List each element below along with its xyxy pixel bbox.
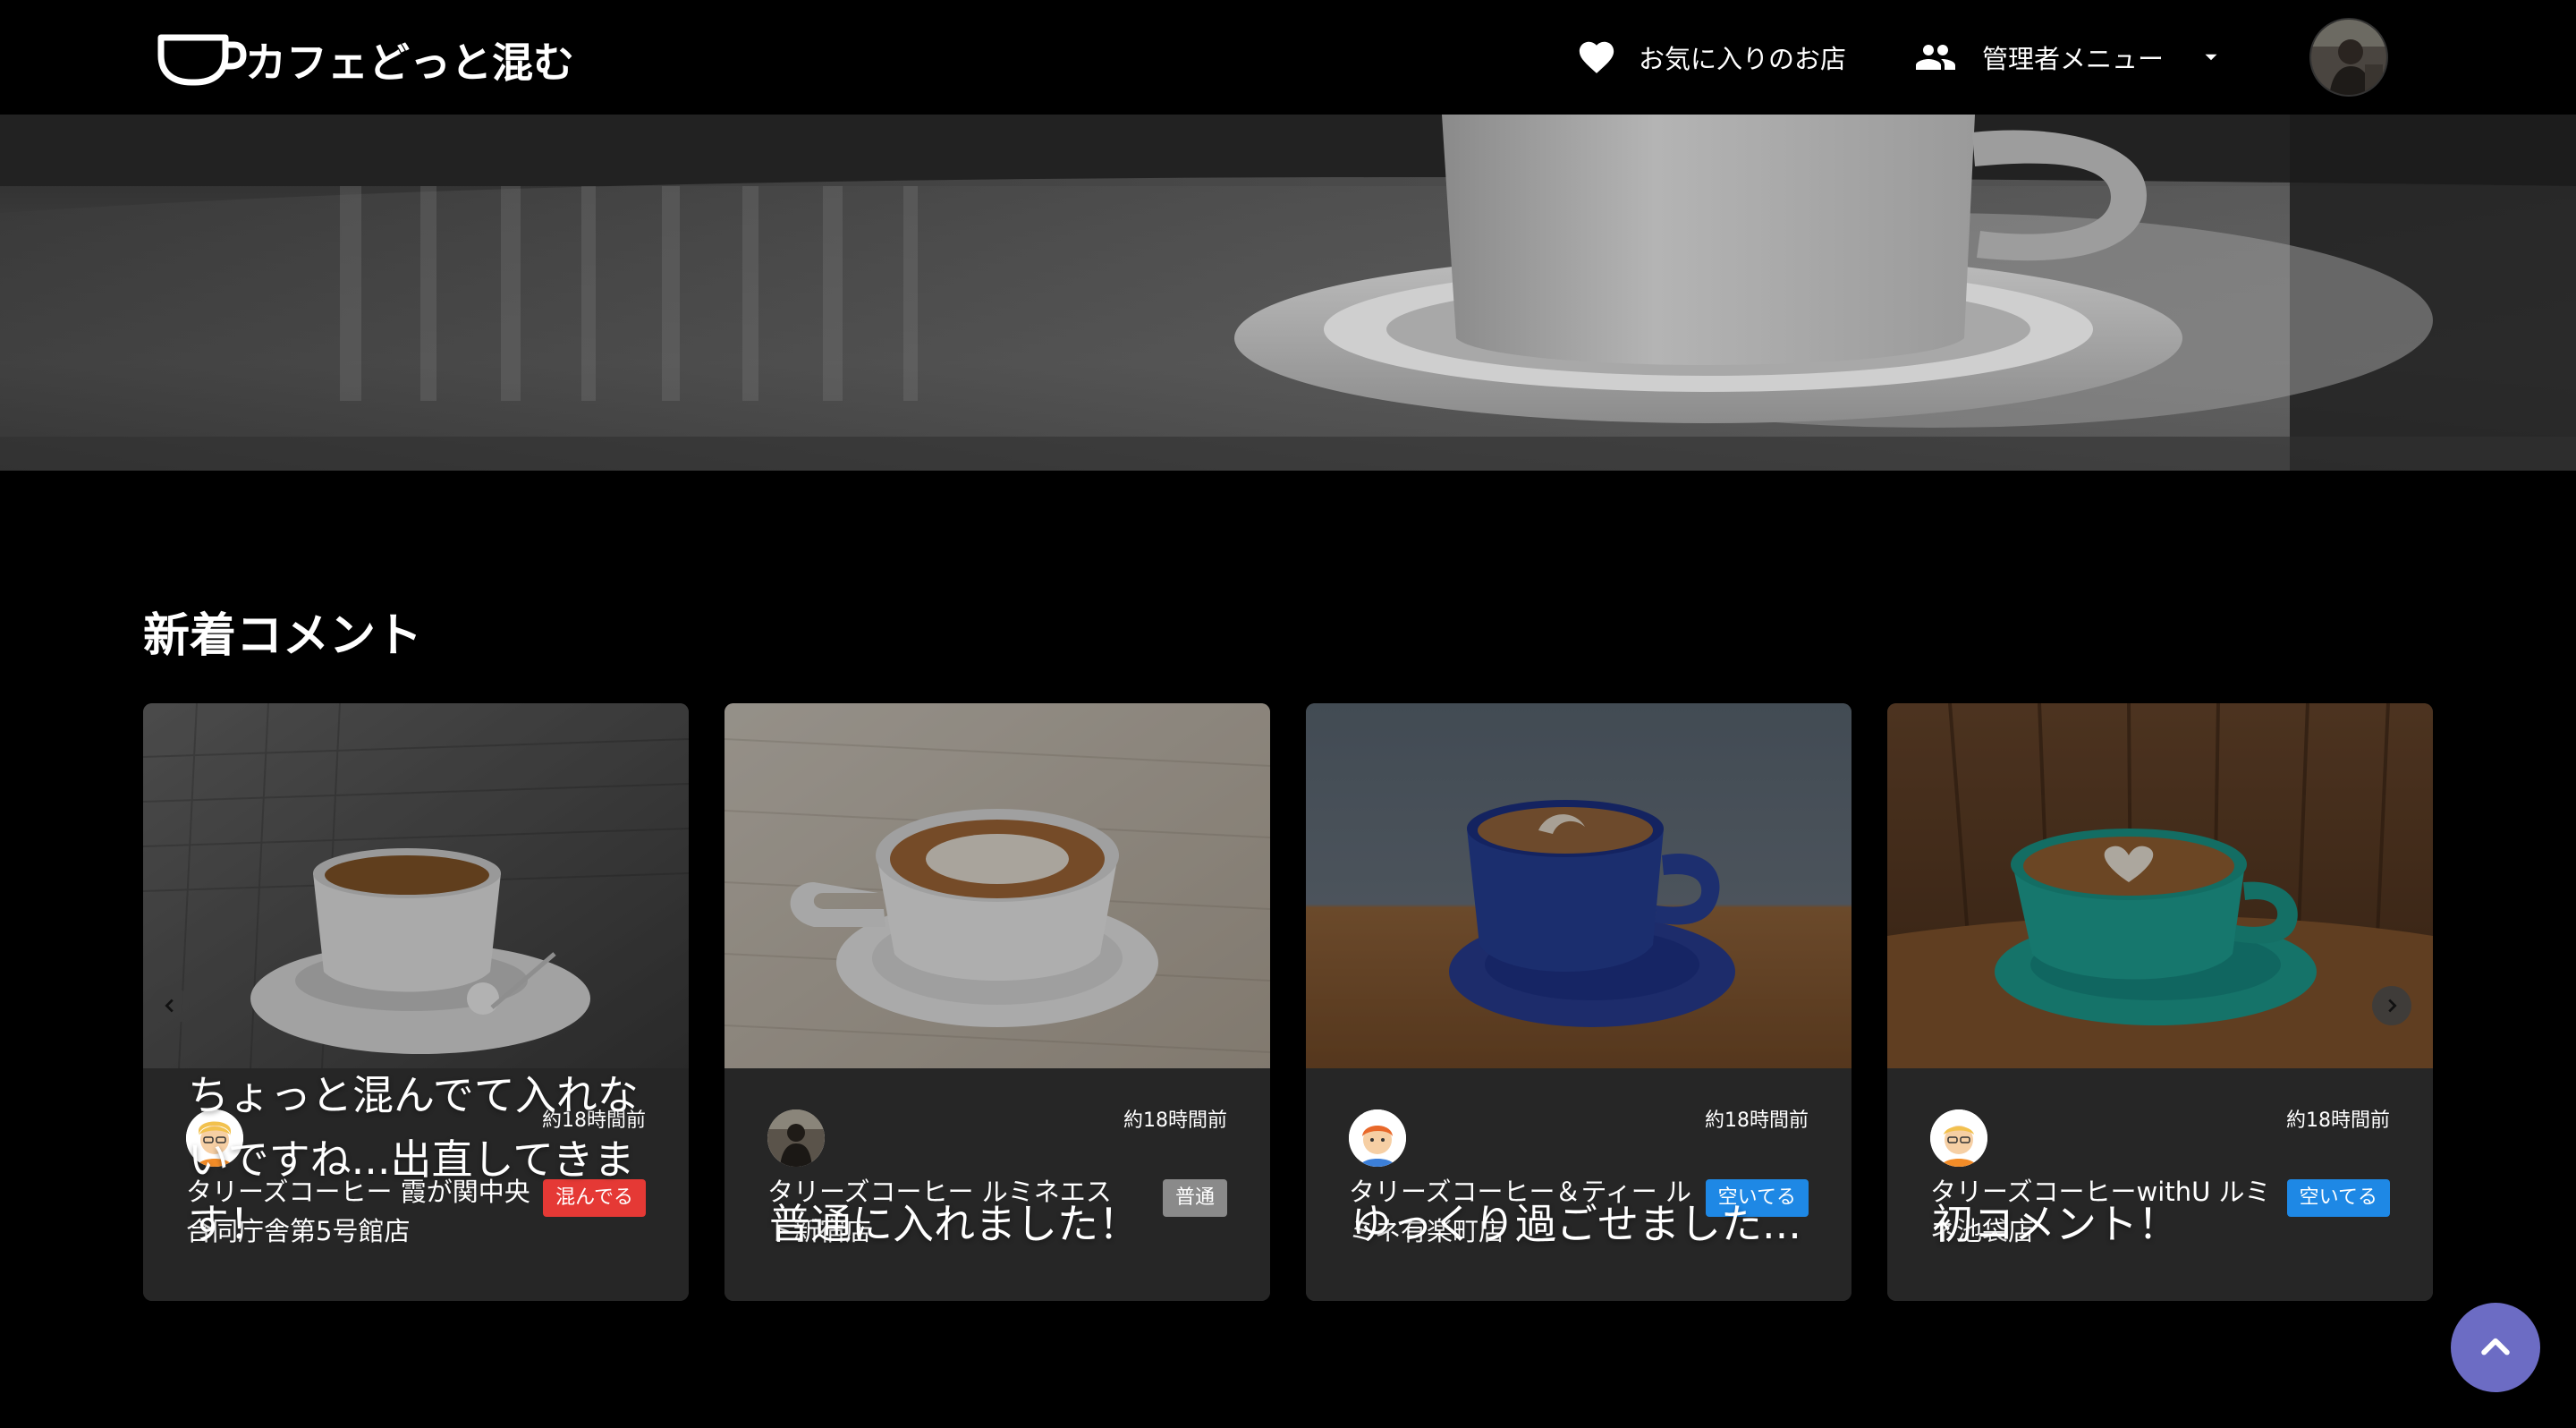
card-image: [143, 703, 689, 1068]
heart-icon: [1579, 41, 1614, 73]
site-logo-text: カフェどっと混む: [245, 38, 574, 87]
comment-card[interactable]: ちょっと混んでて入れないですね...出直してきます！ 約18時間前 タリーズコー…: [143, 703, 689, 1301]
comment-text: 普通に入れました！: [769, 1200, 1140, 1248]
cafe-photo: [143, 703, 689, 1068]
redhead-user-icon: [1349, 1109, 1406, 1167]
comment-text: 初コメント！: [1932, 1200, 2179, 1248]
favorites-link-label: お気に入りのお店: [1639, 44, 1847, 74]
card-image: [724, 703, 1270, 1068]
comment-card[interactable]: ゆっくり過ごせました... 約18時間前 タリーズコーヒー＆ティー ルミネ有楽町…: [1306, 703, 1852, 1301]
chevron-left-icon: [165, 999, 174, 1013]
cafe-photo: [1306, 703, 1852, 1068]
navbar: カフェどっと混む お気に入りのお店 管理者メニュー: [0, 0, 2576, 115]
admin-menu-dropdown[interactable]: 管理者メニュー: [1914, 30, 2223, 84]
hero-coffee-cup-photo: [0, 115, 2576, 471]
favorites-link[interactable]: お気に入りのお店: [1576, 30, 1846, 84]
chevron-right-icon: [2388, 999, 2397, 1013]
comment-time: 約18時間前: [1705, 1109, 1809, 1132]
admin-menu-label: 管理者メニュー: [1982, 44, 2165, 74]
caret-down-icon: [2205, 54, 2217, 61]
commenter-avatar: [1349, 1109, 1406, 1167]
comment-card[interactable]: 普通に入れました！ 約18時間前 タリーズコーヒー ルミネエスト新宿店 普通: [724, 703, 1270, 1301]
card-image: [1887, 703, 2433, 1068]
section-title: 新着コメント: [143, 609, 423, 663]
carousel-prev-button[interactable]: [150, 986, 190, 1025]
comment-card[interactable]: 初コメント！ 約18時間前 タリーズコーヒーwithU ルミネ池袋店 空いてる: [1887, 703, 2433, 1301]
card-image: [1306, 703, 1852, 1068]
comment-carousel: ちょっと混んでて入れないですね...出直してきます！ 約18時間前 タリーズコー…: [143, 703, 2433, 1303]
cafe-photo: [724, 703, 1270, 1068]
user-photo-avatar: [767, 1109, 825, 1167]
card-body: 約18時間前 タリーズコーヒー ルミネエスト新宿店 普通: [724, 1068, 1270, 1301]
comment-time: 約18時間前: [2286, 1109, 2390, 1132]
scroll-to-top-button[interactable]: [2451, 1303, 2540, 1392]
comment-text: ちょっと混んでて入れないですね...出直してきます！: [188, 1071, 639, 1248]
comment-time: 約18時間前: [1123, 1109, 1227, 1132]
comment-text: ゆっくり過ごせました...: [1351, 1200, 1801, 1248]
hero-image: [0, 115, 2576, 471]
people-icon: [1916, 45, 1955, 70]
carousel-next-button[interactable]: [2372, 986, 2411, 1025]
cafe-photo: [1887, 703, 2433, 1068]
blond-user-icon: [1930, 1109, 1987, 1167]
site-logo[interactable]: カフェどっと混む: [157, 32, 574, 88]
commenter-avatar: [767, 1109, 825, 1167]
card-body: 約18時間前 タリーズコーヒーwithU ルミネ池袋店 空いてる: [1887, 1068, 2433, 1301]
chevron-up-icon: [2481, 1338, 2510, 1356]
user-photo: [2311, 20, 2386, 95]
commenter-avatar: [1930, 1109, 1987, 1167]
coffee-cup-logo-icon: [157, 34, 247, 86]
user-avatar[interactable]: [2309, 18, 2388, 97]
card-body: 約18時間前 タリーズコーヒー＆ティー ルミネ有楽町店 空いてる: [1306, 1068, 1852, 1301]
